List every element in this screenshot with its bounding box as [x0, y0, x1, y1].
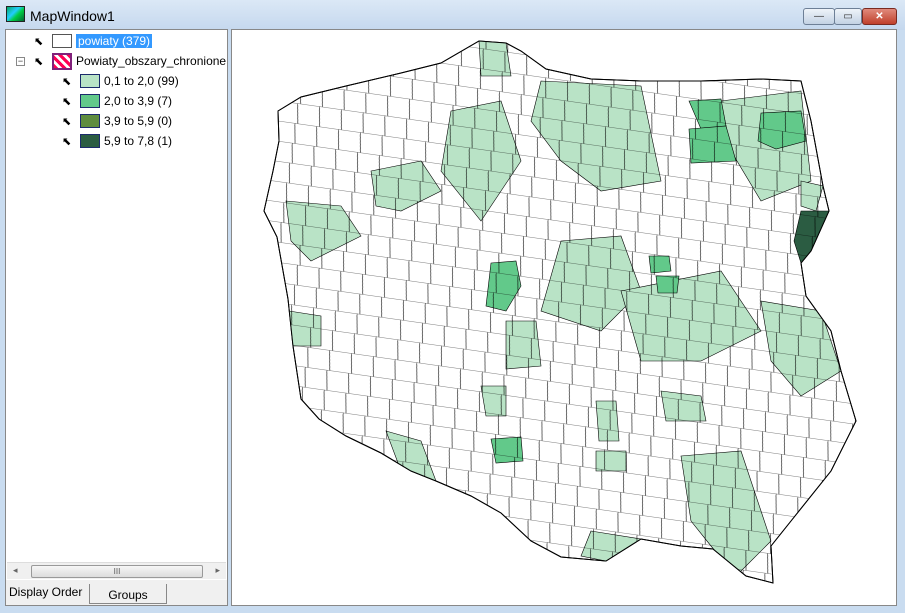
legend-class[interactable]: ⬉ 5,9 to 7,8 (1)	[62, 133, 172, 149]
window-title: MapWindow1	[30, 8, 115, 24]
layer-label: Powiaty_obszary_chronione	[76, 54, 227, 68]
pointer-icon: ⬉	[62, 75, 72, 88]
layer-powiaty[interactable]: ⬉ powiaty (379)	[34, 33, 153, 49]
layer-swatch	[52, 34, 72, 48]
horizontal-scrollbar[interactable]: ◂ III ▸	[7, 562, 226, 579]
legend-panel: ⬉ powiaty (379) − ⬉ Powiaty_obszary_chro…	[5, 29, 228, 606]
pointer-icon: ⬉	[62, 115, 72, 128]
class-label: 5,9 to 7,8 (1)	[104, 134, 173, 148]
legend-class[interactable]: ⬉ 3,9 to 5,9 (0)	[62, 113, 172, 129]
legend-tabs: Display Order Groups	[6, 580, 227, 605]
maximize-button[interactable]: ▭	[834, 8, 862, 25]
class-swatch	[80, 114, 100, 128]
scroll-thumb[interactable]: III	[31, 565, 203, 578]
district-borders	[264, 41, 856, 583]
layer-powiaty-obszary[interactable]: ⬉ Powiaty_obszary_chronione	[34, 52, 227, 70]
minimize-button[interactable]: —	[803, 8, 835, 25]
pointer-icon: ⬉	[34, 55, 44, 68]
collapse-toggle[interactable]: −	[16, 57, 25, 66]
layer-label: powiaty (379)	[76, 34, 153, 48]
close-button[interactable]: ✕	[862, 8, 897, 25]
pointer-icon: ⬉	[62, 135, 72, 148]
class-swatch	[80, 74, 100, 88]
legend-class[interactable]: ⬉ 0,1 to 2,0 (99)	[62, 73, 179, 89]
class-label: 2,0 to 3,9 (7)	[104, 94, 173, 108]
scroll-left-icon[interactable]: ◂	[13, 565, 18, 576]
pointer-icon: ⬉	[34, 35, 44, 48]
pointer-icon: ⬉	[62, 95, 72, 108]
class-label: 0,1 to 2,0 (99)	[104, 74, 179, 88]
districts-layer	[264, 41, 856, 583]
tab-groups[interactable]: Groups	[89, 584, 167, 604]
tab-display-order[interactable]: Display Order	[6, 582, 86, 602]
class-label: 3,9 to 5,9 (0)	[104, 114, 173, 128]
app-icon	[6, 6, 25, 22]
map-canvas[interactable]	[232, 30, 898, 607]
class-swatch	[80, 134, 100, 148]
class-swatch	[80, 94, 100, 108]
legend-class[interactable]: ⬉ 2,0 to 3,9 (7)	[62, 93, 172, 109]
map-view[interactable]	[231, 29, 897, 606]
scroll-right-icon[interactable]: ▸	[215, 565, 220, 576]
layer-type-icon	[52, 52, 72, 70]
title-bar: MapWindow1 — ▭ ✕	[0, 0, 905, 30]
